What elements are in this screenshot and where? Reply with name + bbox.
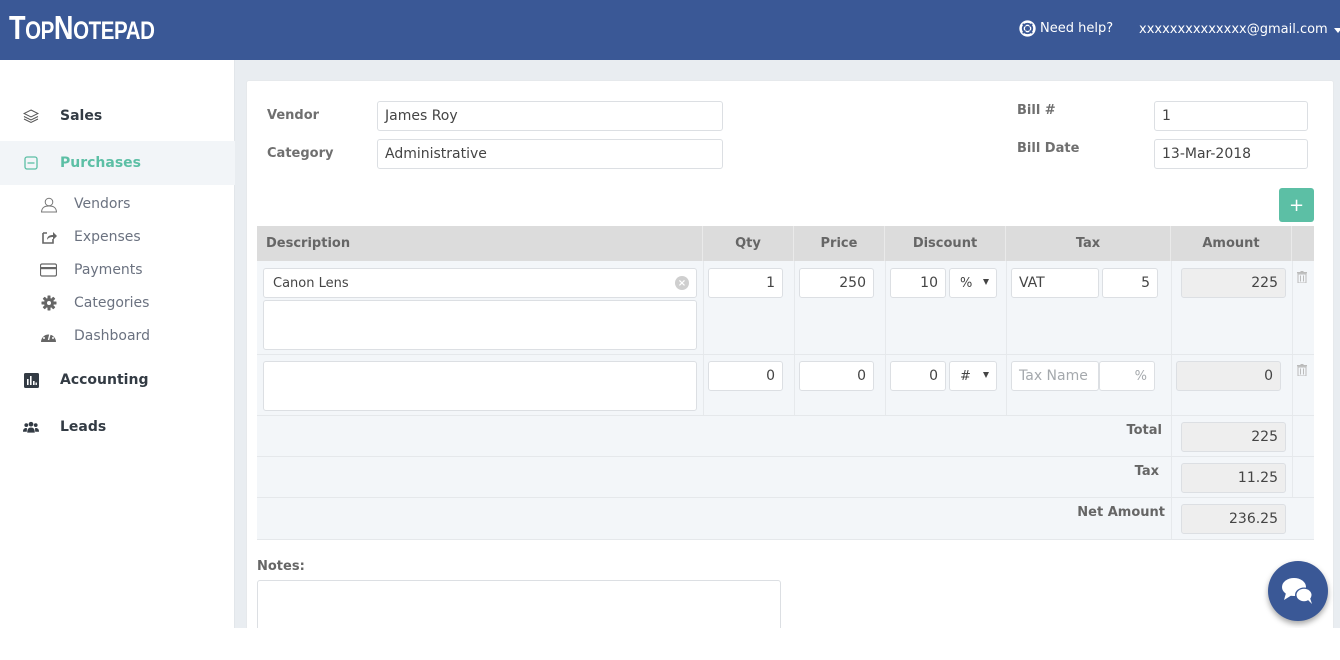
dropdown-arrow-icon — [983, 372, 989, 378]
discount-input[interactable]: 10 — [890, 268, 946, 298]
sidebar-item-expenses[interactable]: Expenses — [0, 224, 235, 250]
table-row: Canon Lens × 1 250 10 % VAT 5 225 — [257, 261, 1314, 355]
bill-number-label: Bill # — [1017, 103, 1056, 118]
sidebar-item-accounting[interactable]: Accounting — [0, 358, 235, 402]
account-email: xxxxxxxxxxxxxx@gmail.com — [1139, 22, 1328, 37]
app-viewport: TOPNOTEPAD Need help? xxxxxxxxxxxxxx@gma… — [0, 0, 1340, 628]
notes-label: Notes: — [257, 559, 305, 574]
add-line-button[interactable]: + — [1279, 188, 1314, 222]
column-price: Price — [794, 226, 885, 261]
description-input[interactable]: Canon Lens × — [263, 268, 697, 298]
tax-rate-input[interactable]: 5 — [1102, 268, 1158, 298]
column-tax: Tax — [1006, 226, 1171, 261]
table-header: Description Qty Price Discount Tax Amoun… — [257, 226, 1314, 261]
discount-type-select[interactable]: # — [949, 361, 997, 391]
users-icon — [23, 419, 39, 435]
bill-number-input[interactable]: 1 — [1154, 101, 1308, 131]
chat-bubbles-icon — [1282, 578, 1313, 604]
summary-row-total: Total 225 — [257, 416, 1314, 457]
price-input[interactable]: 250 — [799, 268, 874, 298]
sidebar-item-categories[interactable]: Categories — [0, 290, 235, 316]
gear-icon — [40, 295, 57, 312]
column-discount: Discount — [885, 226, 1006, 261]
credit-card-icon — [40, 262, 57, 279]
category-label: Category — [267, 146, 334, 161]
chat-button[interactable] — [1268, 561, 1328, 621]
bill-date-label: Bill Date — [1017, 141, 1080, 156]
tax-name-input[interactable]: VAT — [1011, 268, 1099, 298]
bill-form-card: Vendor James Roy Category Administrative… — [246, 80, 1334, 628]
column-amount: Amount — [1171, 226, 1292, 261]
top-bar: TOPNOTEPAD Need help? xxxxxxxxxxxxxx@gma… — [0, 0, 1340, 60]
discount-input[interactable]: 0 — [890, 361, 946, 391]
description-details-textarea[interactable] — [263, 300, 697, 350]
summary-row-net: Net Amount 236.25 — [257, 498, 1314, 540]
tax-total-field: 11.25 — [1181, 463, 1286, 493]
qty-input[interactable]: 0 — [708, 361, 783, 391]
column-description: Description — [257, 226, 703, 261]
net-amount-field: 236.25 — [1181, 504, 1286, 534]
user-outline-icon — [40, 196, 57, 213]
description-input[interactable] — [263, 361, 697, 411]
summary-row-tax: Tax 11.25 — [257, 457, 1314, 498]
total-label: Total — [1126, 423, 1162, 438]
share-icon — [40, 229, 57, 246]
price-input[interactable]: 0 — [799, 361, 874, 391]
layers-icon — [23, 108, 39, 124]
sidebar-item-vendors[interactable]: Vendors — [0, 191, 235, 217]
amount-field: 225 — [1181, 268, 1286, 298]
notes-textarea[interactable] — [257, 580, 781, 628]
tax-rate-input[interactable]: % — [1099, 361, 1155, 391]
column-qty: Qty — [703, 226, 794, 261]
account-menu[interactable]: xxxxxxxxxxxxxx@gmail.com — [1139, 22, 1340, 37]
need-help-link[interactable]: Need help? — [1019, 20, 1113, 37]
sidebar-item-dashboard[interactable]: Dashboard — [0, 323, 235, 349]
bill-date-input[interactable]: 13-Mar-2018 — [1154, 139, 1308, 169]
table-row: 0 0 0 # Tax Name % 0 — [257, 355, 1314, 416]
total-field: 225 — [1181, 422, 1286, 452]
clear-icon[interactable]: × — [675, 276, 689, 290]
caret-down-icon — [1333, 28, 1340, 33]
category-input[interactable]: Administrative — [377, 139, 723, 169]
sidebar-item-leads[interactable]: Leads — [0, 405, 235, 449]
need-help-label: Need help? — [1040, 21, 1114, 36]
tax-name-input[interactable]: Tax Name — [1011, 361, 1099, 391]
minus-square-icon — [23, 155, 39, 171]
lifebuoy-icon — [1019, 20, 1036, 37]
gauge-icon — [40, 328, 57, 345]
trash-icon[interactable] — [1297, 271, 1307, 283]
sidebar-item-purchases[interactable]: Purchases — [0, 141, 235, 185]
trash-icon[interactable] — [1297, 364, 1307, 376]
dropdown-arrow-icon — [983, 279, 989, 285]
vendor-label: Vendor — [267, 108, 320, 123]
vendor-input[interactable]: James Roy — [377, 101, 723, 131]
qty-input[interactable]: 1 — [708, 268, 783, 298]
bar-chart-icon — [23, 372, 39, 388]
sidebar-item-sales[interactable]: Sales — [0, 94, 235, 138]
amount-field: 0 — [1176, 361, 1281, 391]
logo[interactable]: TOPNOTEPAD — [9, 10, 155, 49]
sidebar: Sales Purchases Vendors Expenses Payment… — [0, 60, 235, 628]
tax-total-label: Tax — [1134, 464, 1159, 479]
discount-type-select[interactable]: % — [949, 268, 997, 298]
net-amount-label: Net Amount — [1077, 505, 1165, 520]
sidebar-item-payments[interactable]: Payments — [0, 257, 235, 283]
